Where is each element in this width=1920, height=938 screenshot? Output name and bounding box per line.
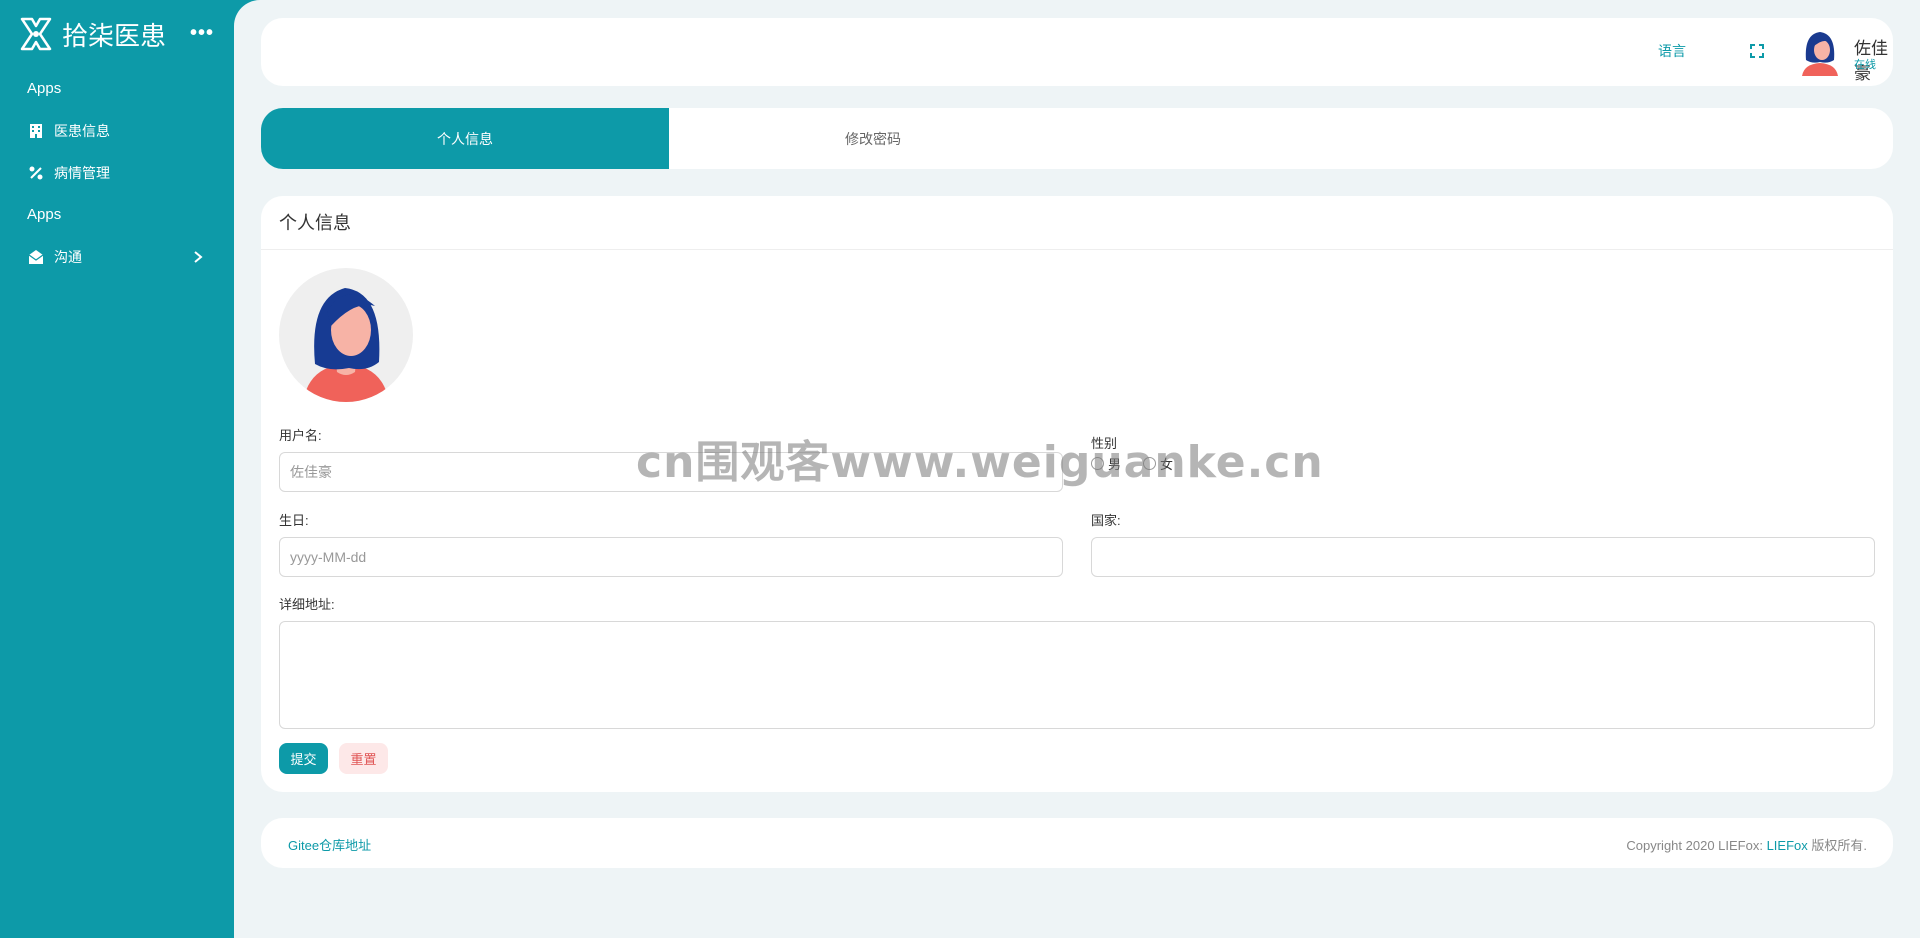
username-input[interactable]: 佐佳豪 xyxy=(279,452,1063,492)
copyright-prefix: Copyright 2020 LIEFox: xyxy=(1626,838,1763,853)
avatar[interactable] xyxy=(1798,28,1842,76)
submit-button[interactable]: 提交 xyxy=(279,743,328,774)
user-status: 在线 xyxy=(1854,59,1876,71)
percent-icon xyxy=(28,165,44,181)
brand-name: 拾柒医患 xyxy=(62,21,167,52)
copyright-brand-link[interactable]: LIEFox xyxy=(1767,838,1808,853)
sidebar-item-communication[interactable]: 沟通 xyxy=(0,236,234,278)
top-bar: 语言 佐佳豪 在线 xyxy=(261,18,1893,86)
logo-icon xyxy=(20,17,52,51)
sidebar-item-patient-info[interactable]: 医患信息 xyxy=(0,110,234,152)
country-input[interactable] xyxy=(1091,537,1875,577)
address-textarea[interactable] xyxy=(279,621,1875,729)
main-content: 语言 佐佳豪 在线 个人信息 修改密码 个人信息 用户名: 佐佳豪 性别 男 女… xyxy=(234,0,1920,938)
tab-change-password[interactable]: 修改密码 xyxy=(669,108,1077,169)
footer: Gitee仓库地址 Copyright 2020 LIEFox: LIEFox … xyxy=(261,818,1893,868)
address-label: 详细地址: xyxy=(279,597,335,612)
sidebar-item-condition-management[interactable]: 病情管理 xyxy=(0,152,234,194)
gender-radio-female[interactable]: 女 xyxy=(1143,454,1173,473)
copyright: Copyright 2020 LIEFox: LIEFox 版权所有. xyxy=(1626,835,1867,854)
language-switch[interactable]: 语言 xyxy=(1658,41,1686,61)
fullscreen-icon[interactable] xyxy=(1750,44,1764,58)
nav-section-title: Apps xyxy=(27,206,62,223)
username-label: 用户名: xyxy=(279,428,322,443)
radio-label: 女 xyxy=(1160,457,1174,472)
tab-bar: 个人信息 修改密码 xyxy=(261,108,1893,169)
chevron-right-icon xyxy=(194,251,203,263)
radio-label: 男 xyxy=(1108,457,1122,472)
more-icon[interactable]: ••• xyxy=(190,22,214,45)
sidebar: 拾柒医患 ••• Apps 医患信息 病情管理 Apps 沟通 xyxy=(0,0,234,938)
birthday-input[interactable]: yyyy-MM-dd xyxy=(279,537,1063,577)
country-label: 国家: xyxy=(1091,513,1121,528)
reset-button[interactable]: 重置 xyxy=(339,743,388,774)
copyright-suffix: 版权所有. xyxy=(1807,838,1867,853)
gitee-repo-link[interactable]: Gitee仓库地址 xyxy=(288,835,371,854)
profile-form-card: 个人信息 用户名: 佐佳豪 性别 男 女 生日: yyyy-MM-dd 国家: … xyxy=(261,196,1893,792)
profile-avatar[interactable] xyxy=(279,268,413,402)
birthday-label: 生日: xyxy=(279,513,309,528)
gender-label: 性别 xyxy=(1091,436,1118,451)
sidebar-item-label: 沟通 xyxy=(54,249,82,265)
radio-circle[interactable] xyxy=(1091,457,1104,470)
sidebar-item-label: 医患信息 xyxy=(54,123,110,139)
avatar-image xyxy=(303,288,389,402)
sidebar-item-label: 病情管理 xyxy=(54,165,110,181)
tab-profile[interactable]: 个人信息 xyxy=(261,108,669,169)
radio-circle[interactable] xyxy=(1143,457,1156,470)
gender-radio-male[interactable]: 男 xyxy=(1091,454,1121,473)
envelope-icon xyxy=(28,249,44,265)
building-icon xyxy=(28,123,44,139)
form-title: 个人信息 xyxy=(261,196,1893,250)
nav-section-title: Apps xyxy=(27,80,62,97)
